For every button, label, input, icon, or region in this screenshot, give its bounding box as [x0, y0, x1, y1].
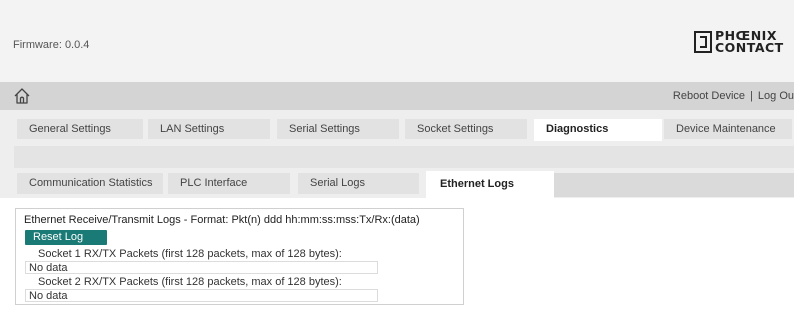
top-navbar: Reboot Device | Log Ou — [0, 82, 794, 110]
logs-format-title: Ethernet Receive/Transmit Logs - Format:… — [24, 214, 420, 226]
tab-general-settings[interactable]: General Settings — [17, 119, 143, 139]
socket-1-log-field: No data — [25, 261, 378, 274]
tab-serial-logs[interactable]: Serial Logs — [298, 173, 419, 194]
tab-serial-settings[interactable]: Serial Settings — [277, 119, 399, 139]
header: Firmware: 0.0.4 PHŒNIX CONTACT — [0, 0, 794, 82]
tab-lan-settings[interactable]: LAN Settings — [148, 119, 270, 139]
tab-communication-statistics[interactable]: Communication Statistics — [17, 173, 163, 194]
socket-2-title: Socket 2 RX/TX Packets (first 128 packet… — [38, 276, 342, 288]
tab-socket-settings[interactable]: Socket Settings — [405, 119, 527, 139]
tab-ethernet-logs[interactable]: Ethernet Logs — [426, 171, 554, 198]
socket-1-title: Socket 1 RX/TX Packets (first 128 packet… — [38, 248, 342, 260]
logo-line-2: CONTACT — [715, 40, 784, 55]
main-tab-bar: General Settings LAN Settings Serial Set… — [0, 110, 794, 168]
home-icon[interactable] — [13, 87, 31, 105]
socket-2-log-field: No data — [25, 289, 378, 302]
reset-log-button[interactable]: Reset Log — [25, 230, 107, 245]
sub-tab-strip — [554, 173, 794, 197]
reboot-device-link[interactable]: Reboot Device — [673, 90, 745, 102]
logout-link[interactable]: Log Ou — [758, 90, 794, 102]
ethernet-logs-panel: Ethernet Receive/Transmit Logs - Format:… — [15, 208, 464, 305]
tab-diagnostics[interactable]: Diagnostics — [534, 119, 662, 141]
tab-device-maintenance[interactable]: Device Maintenance — [664, 119, 792, 139]
link-separator: | — [750, 90, 753, 102]
sub-tab-bar: Communication Statistics PLC Interface S… — [0, 168, 794, 198]
logo-mark-icon — [694, 31, 712, 53]
tab-plc-interface[interactable]: PLC Interface — [168, 173, 290, 194]
firmware-version: Firmware: 0.0.4 — [13, 39, 90, 51]
main-tab-strip — [14, 146, 794, 168]
account-links: Reboot Device | Log Ou — [673, 90, 794, 102]
phoenix-contact-logo: PHŒNIX CONTACT — [694, 29, 794, 57]
